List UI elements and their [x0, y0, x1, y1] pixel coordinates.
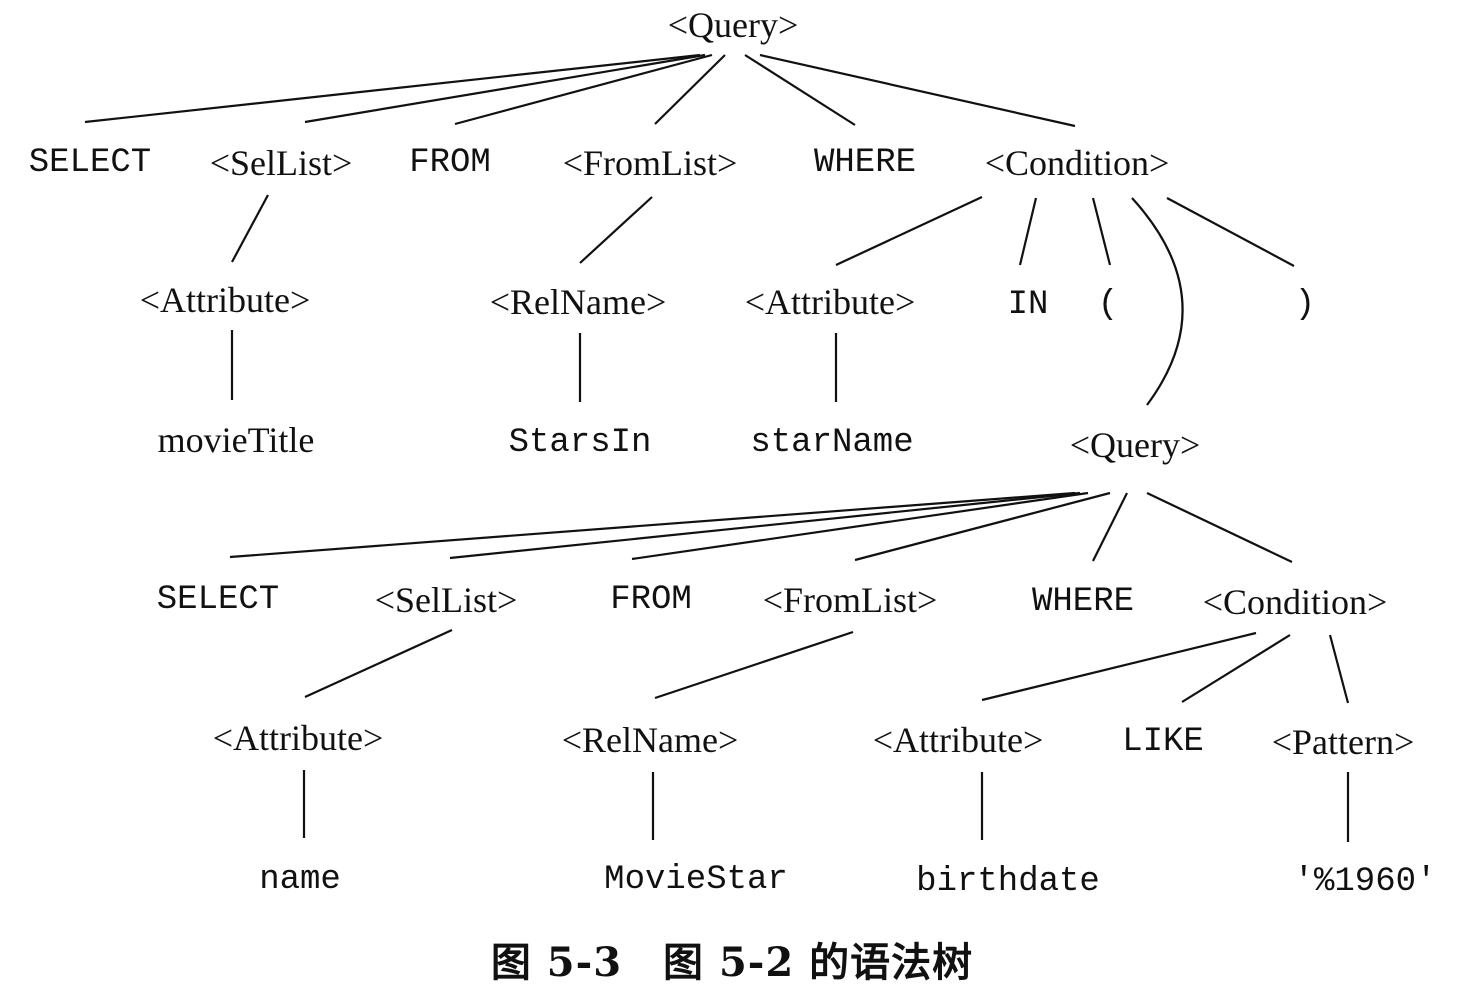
- tree-edge-cond1-rparen: [1166, 197, 1295, 267]
- tree-edge-q1-select1: [84, 53, 701, 124]
- tree-node-from2: FROM: [610, 581, 692, 619]
- tree-edge-q1-where1: [744, 54, 856, 126]
- tree-node-sellist1: <SelList>: [210, 143, 353, 183]
- tree-node-in1: IN: [1008, 286, 1049, 324]
- tree-node-attr4: <Attribute>: [873, 720, 1044, 760]
- tree-edge-q2-where2: [1092, 492, 1128, 562]
- tree-edge-cond2-pattern1: [1328, 634, 1350, 704]
- tree-node-q1: <Query>: [668, 5, 799, 45]
- tree-node-fromlist1: <FromList>: [563, 143, 738, 183]
- tree-node-starsin: StarsIn: [509, 424, 652, 462]
- tree-edge-q2-select2: [229, 491, 1076, 559]
- tree-node-select2: SELECT: [157, 581, 279, 619]
- tree-node-sellist2: <SelList>: [375, 580, 518, 620]
- tree-node-cond1: <Condition>: [985, 143, 1170, 183]
- tree-node-name1: name: [259, 861, 341, 899]
- tree-node-moviestar: MovieStar: [604, 861, 788, 899]
- tree-edge-fromlist1-relname1: [579, 196, 653, 264]
- tree-edge-cond1-lparen: [1091, 197, 1112, 266]
- tree-edge-cond2-like1: [1181, 634, 1291, 703]
- tree-edge-q1-fromlist1: [654, 54, 726, 125]
- tree-node-attr1: <Attribute>: [140, 280, 311, 320]
- tree-edge-q1-cond1: [759, 53, 1076, 128]
- tree-edge-sellist1-attr1: [231, 194, 269, 263]
- tree-node-attr2: <Attribute>: [745, 282, 916, 322]
- tree-edge-sellist2-attr3: [304, 628, 453, 699]
- tree-node-lparen: (: [1098, 286, 1118, 324]
- tree-edge-fromlist2-relname2: [654, 630, 854, 700]
- tree-node-relname2: <RelName>: [562, 720, 739, 760]
- tree-node-cond2: <Condition>: [1203, 582, 1388, 622]
- tree-edge-cond1-attr2: [835, 196, 983, 266]
- tree-node-fromlist2: <FromList>: [763, 580, 938, 620]
- tree-node-q2: <Query>: [1070, 425, 1201, 465]
- tree-node-relname1: <RelName>: [490, 282, 667, 322]
- tree-node-birthdate: birthdate: [916, 863, 1100, 901]
- syntax-tree: <Query> SELECT <SelList> FROM <FromList> WHER…: [29, 5, 1437, 901]
- tree-node-attr3: <Attribute>: [213, 718, 384, 758]
- tree-node-rparen: ): [1295, 286, 1315, 324]
- tree-node-where1: WHERE: [814, 144, 916, 182]
- tree-edge-cond1-in1: [1018, 197, 1038, 266]
- tree-edge-cond2-attr4: [981, 631, 1257, 702]
- tree-node-movietitle: movieTitle: [158, 420, 315, 460]
- tree-node-pattern1: <Pattern>: [1272, 722, 1415, 762]
- tree-edge-q2-cond2: [1146, 492, 1293, 563]
- tree-node-like1: LIKE: [1122, 723, 1204, 761]
- tree-node-from1: FROM: [409, 144, 491, 182]
- tree-edge-q2-from2: [631, 491, 1089, 561]
- figure-caption: 图 5-3 图 5-2 的语法树: [490, 939, 974, 986]
- tree-node-where2: WHERE: [1032, 583, 1134, 621]
- tree-node-starname: starName: [750, 424, 913, 462]
- tree-node-select1: SELECT: [29, 144, 151, 182]
- tree-edge-q1-sellist1: [304, 53, 706, 124]
- tree-node-patternval: '%1960': [1294, 863, 1437, 901]
- tree-edge-cond1-q2: [1131, 197, 1184, 406]
- tree-nodes: <Query> SELECT <SelList> FROM <FromList> WHER…: [29, 5, 1437, 901]
